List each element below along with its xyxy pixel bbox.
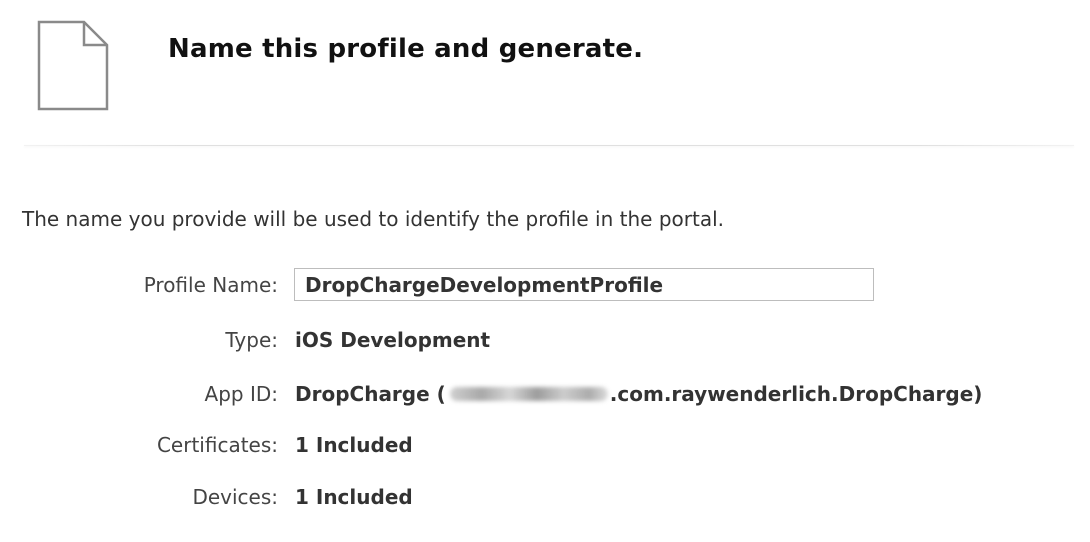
profile-name-label: Profile Name: bbox=[143, 273, 278, 297]
profile-name-input[interactable] bbox=[294, 268, 874, 301]
certificates-row: Certificates: 1 Included bbox=[0, 428, 1090, 462]
app-id-value: DropCharge ( .com.raywenderlich.DropCharg… bbox=[295, 377, 982, 411]
devices-row: Devices: 1 Included bbox=[0, 480, 1090, 514]
profile-name-row: Profile Name: bbox=[0, 268, 1090, 302]
type-row: Type: iOS Development bbox=[0, 323, 1090, 357]
app-id-name: DropCharge ( bbox=[295, 382, 446, 406]
page-title: Name this profile and generate. bbox=[168, 34, 644, 64]
type-label: Type: bbox=[225, 328, 278, 352]
document-icon bbox=[37, 20, 109, 111]
app-id-row: App ID: DropCharge ( .com.raywenderlich.D… bbox=[0, 377, 1090, 411]
app-id-label: App ID: bbox=[204, 382, 278, 406]
description-text: The name you provide will be used to ide… bbox=[22, 207, 724, 231]
devices-value: 1 Included bbox=[295, 485, 413, 509]
redacted-team-id bbox=[449, 387, 608, 401]
certificates-label: Certificates: bbox=[156, 433, 278, 457]
certificates-value: 1 Included bbox=[295, 433, 413, 457]
devices-label: Devices: bbox=[192, 485, 278, 509]
app-id-bundle: .com.raywenderlich.DropCharge) bbox=[609, 382, 983, 406]
type-value: iOS Development bbox=[295, 328, 491, 352]
header-divider bbox=[24, 145, 1074, 146]
